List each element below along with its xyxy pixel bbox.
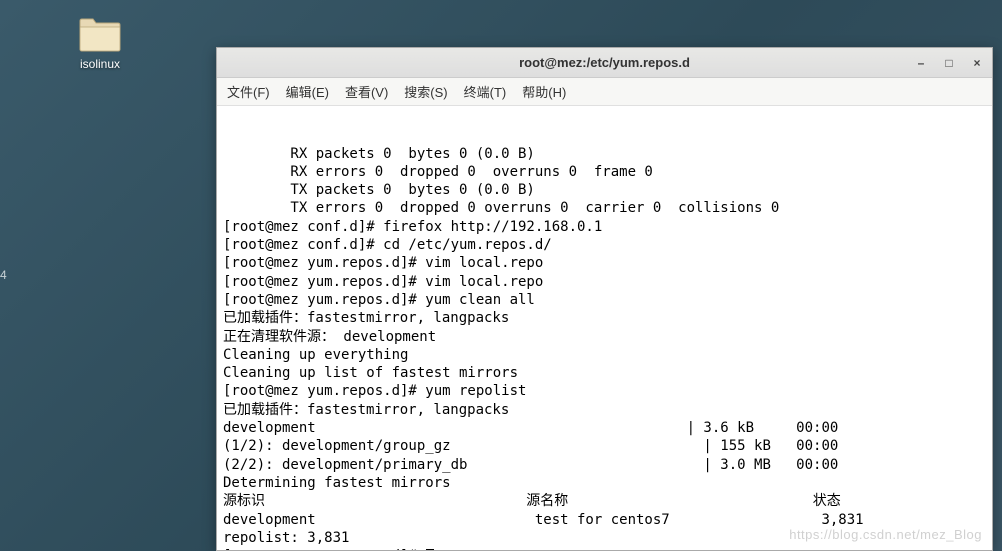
- window-title: root@mez:/etc/yum.repos.d: [217, 55, 992, 70]
- terminal-line: (2/2): development/primary_db | 3.0 MB 0…: [223, 456, 986, 474]
- terminal-line: TX errors 0 dropped 0 overruns 0 carrier…: [223, 199, 986, 217]
- terminal-prompt: [root@mez yum.repos.d]#: [223, 548, 425, 550]
- menubar: 文件(F) 编辑(E) 查看(V) 搜索(S) 终端(T) 帮助(H): [217, 78, 992, 106]
- terminal-window: root@mez:/etc/yum.repos.d – □ × 文件(F) 编辑…: [216, 47, 993, 551]
- terminal-body[interactable]: RX packets 0 bytes 0 (0.0 B) RX errors 0…: [217, 106, 992, 550]
- close-button[interactable]: ×: [970, 56, 984, 70]
- terminal-line: 正在清理软件源： development: [223, 328, 986, 346]
- minimize-button[interactable]: –: [914, 56, 928, 70]
- terminal-line: Cleaning up everything: [223, 346, 986, 364]
- left-widget-text: 4: [0, 268, 7, 282]
- terminal-line: [root@mez yum.repos.d]# vim local.repo: [223, 273, 986, 291]
- menu-view[interactable]: 查看(V): [345, 82, 388, 101]
- terminal-line: 已加载插件：fastestmirror, langpacks: [223, 401, 986, 419]
- terminal-line: development | 3.6 kB 00:00: [223, 419, 986, 437]
- menu-search[interactable]: 搜索(S): [404, 82, 447, 101]
- titlebar[interactable]: root@mez:/etc/yum.repos.d – □ ×: [217, 48, 992, 78]
- watermark: https://blog.csdn.net/mez_Blog: [789, 526, 982, 544]
- terminal-line: Determining fastest mirrors: [223, 474, 986, 492]
- cursor-icon: [426, 549, 434, 550]
- terminal-line: (1/2): development/group_gz | 155 kB 00:…: [223, 437, 986, 455]
- terminal-line: [root@mez yum.repos.d]# yum repolist: [223, 382, 986, 400]
- terminal-line: [root@mez yum.repos.d]# yum clean all: [223, 291, 986, 309]
- terminal-line: 已加载插件：fastestmirror, langpacks: [223, 309, 986, 327]
- terminal-line: TX packets 0 bytes 0 (0.0 B): [223, 181, 986, 199]
- terminal-line: RX packets 0 bytes 0 (0.0 B): [223, 145, 986, 163]
- terminal-line: RX errors 0 dropped 0 overruns 0 frame 0: [223, 163, 986, 181]
- terminal-line: [root@mez conf.d]# firefox http://192.16…: [223, 218, 986, 236]
- folder-icon: [78, 15, 122, 53]
- menu-file[interactable]: 文件(F): [227, 82, 270, 101]
- desktop-folder-isolinux[interactable]: isolinux: [65, 15, 135, 71]
- menu-edit[interactable]: 编辑(E): [286, 82, 329, 101]
- desktop-icon-label: isolinux: [65, 57, 135, 71]
- menu-help[interactable]: 帮助(H): [522, 82, 566, 101]
- terminal-line: [root@mez conf.d]# cd /etc/yum.repos.d/: [223, 236, 986, 254]
- maximize-button[interactable]: □: [942, 56, 956, 70]
- terminal-line: [root@mez yum.repos.d]# vim local.repo: [223, 254, 986, 272]
- terminal-line: Cleaning up list of fastest mirrors: [223, 364, 986, 382]
- window-controls: – □ ×: [914, 56, 984, 70]
- menu-terminal[interactable]: 终端(T): [464, 82, 507, 101]
- terminal-line: 源标识 源名称 状态: [223, 492, 986, 510]
